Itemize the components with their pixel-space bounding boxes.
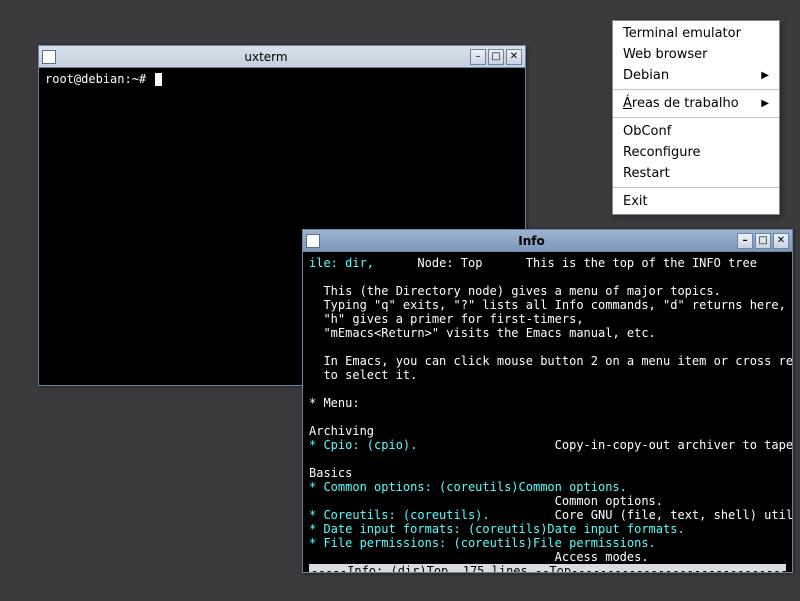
menu-item-obconf[interactable]: ObConf (613, 121, 779, 142)
info-file-label: ile: dir, (309, 256, 374, 270)
root-context-menu[interactable]: Terminal emulator Web browser Debian ▶ Á… (612, 20, 780, 215)
info-section-heading: Basics (309, 466, 352, 480)
window-controls: – □ ✕ (737, 233, 789, 249)
info-section-heading: Archiving (309, 424, 374, 438)
window-icon[interactable] (306, 234, 320, 248)
info-text: "mEmacs<Return>" visits the Emacs manual… (323, 326, 655, 340)
menu-item-workspaces[interactable]: Áreas de trabalho ▶ (613, 93, 779, 114)
window-title: uxterm (62, 50, 470, 64)
uxterm-titlebar[interactable]: uxterm – □ ✕ (39, 46, 525, 68)
maximize-button[interactable]: □ (488, 49, 504, 65)
window-controls: – □ ✕ (470, 49, 522, 65)
info-header-desc: This is the top of the INFO tree (526, 256, 757, 270)
info-node-label: Node: Top (417, 256, 482, 270)
close-button[interactable]: ✕ (506, 49, 522, 65)
info-menu-item[interactable]: * File permissions: (coreutils)File perm… (309, 536, 656, 550)
menu-separator (613, 187, 779, 188)
info-text: In Emacs, you can click mouse button 2 o… (323, 354, 792, 368)
info-modeline: -----Info: (dir)Top, 175 lines --Top----… (309, 564, 786, 572)
cursor (155, 73, 162, 86)
submenu-arrow-icon: ▶ (761, 98, 769, 109)
minimize-button[interactable]: – (470, 49, 486, 65)
info-menu-desc: Access modes. (555, 550, 649, 564)
menu-item-restart[interactable]: Restart (613, 163, 779, 184)
info-menu-item[interactable]: * Cpio: (cpio). (309, 438, 417, 452)
info-menu-item[interactable]: * Date input formats: (coreutils)Date in… (309, 522, 685, 536)
menu-separator (613, 89, 779, 90)
info-viewer[interactable]: ile: dir, Node: Top This is the top of t… (303, 252, 792, 572)
info-text: "h" gives a primer for first-timers, (323, 312, 583, 326)
info-menu-item[interactable]: * Coreutils: (coreutils). (309, 508, 490, 522)
window-title: Info (326, 234, 737, 248)
menu-item-exit[interactable]: Exit (613, 191, 779, 212)
info-text: to select it. (323, 368, 417, 382)
window-icon[interactable] (42, 50, 56, 64)
info-menu-desc: Common options. (555, 494, 663, 508)
minimize-button[interactable]: – (737, 233, 753, 249)
info-menu-header: * Menu: (309, 396, 360, 410)
close-button[interactable]: ✕ (773, 233, 789, 249)
info-titlebar[interactable]: Info – □ ✕ (303, 230, 792, 252)
menu-item-reconfigure[interactable]: Reconfigure (613, 142, 779, 163)
menu-item-debian[interactable]: Debian ▶ (613, 65, 779, 86)
shell-prompt: root@debian:~# (45, 72, 153, 86)
info-text: This (the Directory node) gives a menu o… (323, 284, 720, 298)
submenu-arrow-icon: ▶ (761, 70, 769, 81)
menu-item-terminal-emulator[interactable]: Terminal emulator (613, 23, 779, 44)
info-text: Typing "q" exits, "?" lists all Info com… (323, 298, 785, 312)
info-menu-desc: Copy-in-copy-out archiver to tape or dis… (555, 438, 792, 452)
menu-separator (613, 117, 779, 118)
info-window[interactable]: Info – □ ✕ ile: dir, Node: Top This is t… (302, 229, 793, 573)
menu-item-web-browser[interactable]: Web browser (613, 44, 779, 65)
info-menu-item[interactable]: * Common options: (coreutils)Common opti… (309, 480, 627, 494)
info-menu-desc: Core GNU (file, text, shell) utilities. (555, 508, 792, 522)
maximize-button[interactable]: □ (755, 233, 771, 249)
